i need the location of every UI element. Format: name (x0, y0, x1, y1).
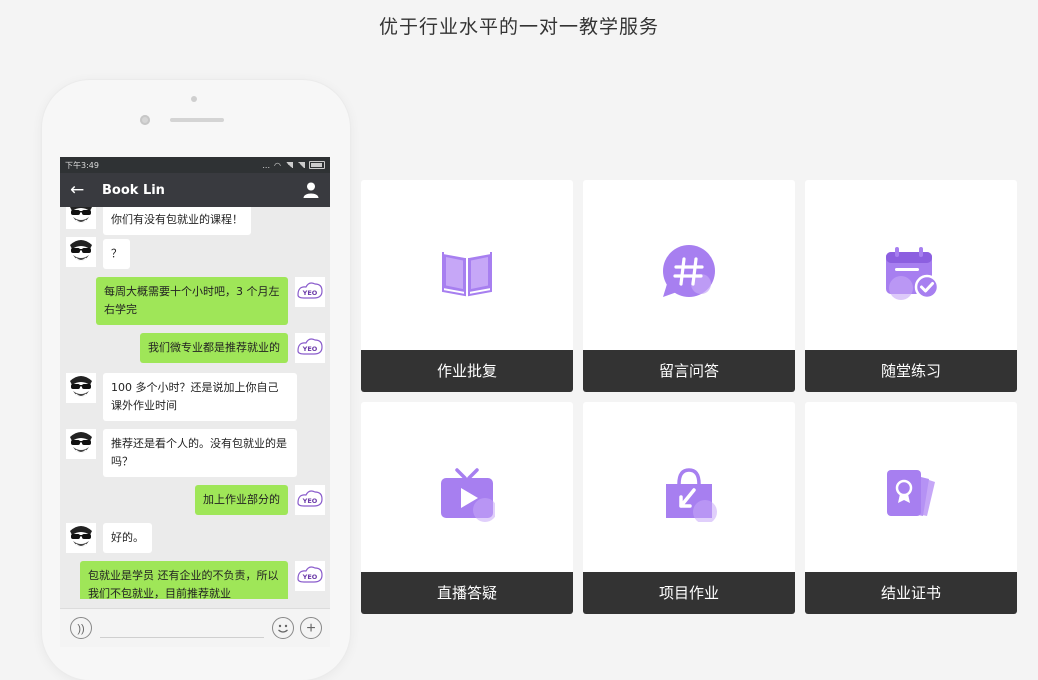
calendar-check-icon (886, 247, 939, 300)
service-card-project[interactable]: 项目作业 (583, 402, 795, 614)
message-bubble-outgoing: 我们微专业都是推荐就业的 (140, 333, 288, 363)
message-input[interactable] (100, 637, 264, 638)
status-time: 下午3:49 (65, 160, 99, 170)
user-avatar (66, 237, 96, 267)
bag-download-icon (666, 468, 717, 522)
chat-input-bar: )) + (60, 608, 330, 647)
chat-title: Book Lin (102, 182, 165, 198)
service-label: 作业批复 (361, 350, 573, 392)
page-headline: 优于行业水平的一对一教学服务 (378, 16, 659, 38)
battery-icon (309, 161, 325, 169)
user-avatar (66, 207, 96, 229)
service-card-live-qa[interactable]: 直播答疑 (361, 402, 573, 614)
brand-avatar-text: YEO (302, 573, 318, 581)
emoji-icon (278, 624, 288, 633)
message-bubble-incoming: 好的。 (103, 523, 152, 553)
phone-speaker (170, 118, 224, 122)
chat-titlebar: ← Book Lin (60, 173, 330, 207)
emoji-button[interactable] (272, 617, 294, 639)
phone-mockup: 下午3:49 ... ◠ ← Book Lin 你们有没有包就业的课程！ ？ 每… (42, 80, 350, 680)
brand-avatar: YEO (295, 561, 325, 591)
user-avatar (66, 373, 96, 403)
service-label: 直播答疑 (361, 572, 573, 614)
voice-icon: )) (77, 623, 85, 635)
service-label: 留言问答 (583, 350, 795, 392)
service-card-qa[interactable]: 留言问答 (583, 180, 795, 392)
message-list: 你们有没有包就业的课程！ ？ 每周大概需要十个小时吧，3 个月左右学完 YEO … (60, 207, 330, 599)
phone-camera (140, 115, 150, 125)
brand-avatar-text: YEO (302, 345, 318, 353)
service-label: 结业证书 (805, 572, 1017, 614)
message-bubble-outgoing: 加上作业部分的 (195, 485, 288, 515)
back-arrow-icon[interactable]: ← (70, 180, 94, 200)
plus-icon: + (306, 619, 316, 637)
status-dots: ... (262, 160, 271, 170)
message-bubble-incoming: 推荐还是看个人的。没有包就业的是吗？ (103, 429, 297, 477)
message-bubble-incoming: ？ (103, 239, 130, 269)
brand-avatar: YEO (295, 485, 325, 515)
service-label: 项目作业 (583, 572, 795, 614)
wifi-icon: ◠ (274, 160, 281, 170)
user-avatar (66, 429, 96, 459)
signal-icon (285, 162, 293, 168)
message-bubble-outgoing: 包就业是学员 还有企业的不负责，所以我们不包就业，目前推荐就业 (80, 561, 288, 599)
signal-icon-2 (297, 162, 305, 168)
brand-avatar-text: YEO (302, 497, 318, 505)
service-card-homework-review[interactable]: 作业批复 (361, 180, 573, 392)
phone-screen: 下午3:49 ... ◠ ← Book Lin 你们有没有包就业的课程！ ？ 每… (60, 157, 330, 647)
brand-avatar-text: YEO (302, 289, 318, 297)
message-bubble-outgoing: 每周大概需要十个小时吧，3 个月左右学完 (96, 277, 288, 325)
hashtag-chat-icon (663, 245, 715, 297)
certificate-icon (887, 470, 935, 516)
service-card-certificate[interactable]: 结业证书 (805, 402, 1017, 614)
contact-profile-icon[interactable] (302, 181, 320, 199)
brand-avatar: YEO (295, 333, 325, 363)
message-bubble-incoming: 你们有没有包就业的课程！ (103, 207, 251, 235)
more-options-button[interactable]: + (300, 617, 322, 639)
message-bubble-incoming: 100 多个小时？还是说加上你自己课外作业时间 (103, 373, 297, 421)
service-label: 随堂练习 (805, 350, 1017, 392)
voice-input-button[interactable]: )) (70, 617, 92, 639)
book-icon (442, 252, 492, 297)
phone-sensor-dot (191, 96, 197, 102)
user-avatar (66, 523, 96, 553)
status-bar: 下午3:49 ... ◠ (60, 157, 330, 173)
tv-play-icon (441, 468, 495, 522)
service-card-practice[interactable]: 随堂练习 (805, 180, 1017, 392)
status-icons: ... ◠ (262, 161, 325, 170)
brand-avatar: YEO (295, 277, 325, 307)
